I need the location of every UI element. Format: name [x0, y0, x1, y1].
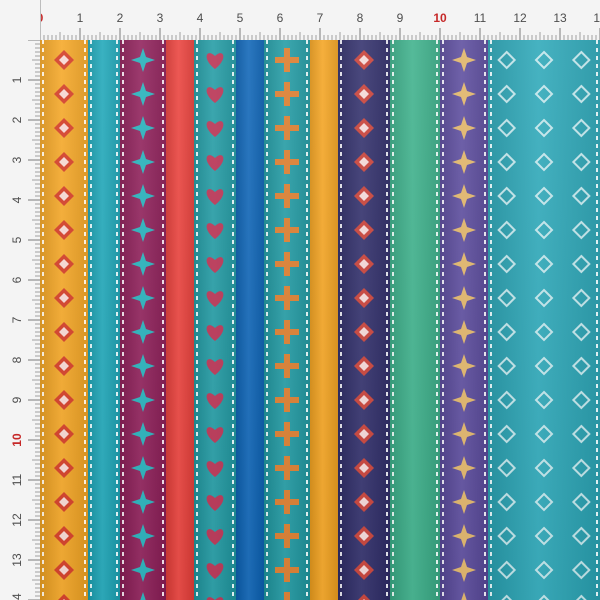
ruler-top-label: 3 — [157, 11, 164, 25]
amber-band-shading — [310, 40, 338, 600]
teal-band-motif — [194, 40, 236, 600]
ruler-left-label: 4 — [10, 196, 24, 203]
ruler-top-label: 14 — [593, 11, 600, 25]
teal-band — [194, 40, 236, 600]
ruler-top-label: 13 — [553, 11, 567, 25]
ruler-left-label: 7 — [10, 316, 24, 323]
ruler-left-label: 1 — [10, 76, 24, 83]
ruler-top-label: 7 — [317, 11, 324, 25]
magenta-band-motif — [120, 40, 166, 600]
ruler-left-label: 13 — [10, 553, 24, 567]
navy-band-motif — [338, 40, 390, 600]
ruler-left-label: 11 — [10, 473, 24, 486]
navy-band — [338, 40, 390, 600]
fabric-area — [40, 40, 600, 600]
ruler-top-label: 11 — [474, 11, 487, 25]
ruler-top-label: 8 — [357, 11, 364, 25]
ruler-left-label: 14 — [10, 593, 24, 600]
ruler-left-label: 5 — [10, 236, 24, 243]
ruler-left-label: 6 — [10, 276, 24, 283]
ruler-left-label: 8 — [10, 356, 24, 363]
ruler-left-label: 9 — [10, 396, 24, 403]
magenta-band — [120, 40, 166, 600]
violet-band-motif — [440, 40, 488, 600]
turquoise-band — [88, 40, 120, 600]
teal-orange-band — [264, 40, 310, 600]
green-band-shading — [390, 40, 440, 600]
ruler-top-label: 2 — [117, 11, 124, 25]
fabric-canvas: 01234567891011121314 1234567891011121314 — [0, 0, 600, 600]
ruler-top: 01234567891011121314 — [0, 0, 600, 41]
sky-band-motif — [488, 40, 600, 600]
ruler-corner — [0, 0, 40, 40]
orange-band — [40, 40, 88, 600]
ruler-left-label: 12 — [10, 513, 24, 527]
ruler-top-label: 4 — [197, 11, 204, 25]
ruler-left-label: 2 — [10, 116, 24, 123]
ruler-left: 1 2 3 4 5 6 7 8 9 10 11 12 13 14 — [0, 0, 41, 600]
orange-band-motif — [40, 40, 88, 600]
green-band — [390, 40, 440, 600]
ruler-top-label: 6 — [277, 11, 284, 25]
royal-blue-band — [236, 40, 264, 600]
ruler-left-svg: 1234567891011121314 — [10, 39, 40, 600]
ruler-left-label: 3 — [10, 156, 24, 163]
sky-band — [488, 40, 600, 600]
turquoise-band-shading — [88, 40, 120, 600]
ruler-left-label: 10 — [10, 433, 24, 447]
violet-band — [440, 40, 488, 600]
ruler-top-label: 1 — [77, 11, 84, 25]
amber-band — [310, 40, 338, 600]
ruler-top-label: 10 — [433, 11, 447, 25]
red-band-shading — [166, 40, 194, 600]
ruler-top-label: 5 — [237, 11, 244, 25]
ruler-top-label: 12 — [513, 11, 527, 25]
royal-blue-band-shading — [236, 40, 264, 600]
red-band — [166, 40, 194, 600]
teal-orange-band-motif — [264, 40, 310, 600]
ruler-top-label: 9 — [397, 11, 404, 25]
ruler-top-svg: 01234567891011121314 — [7, 5, 600, 40]
